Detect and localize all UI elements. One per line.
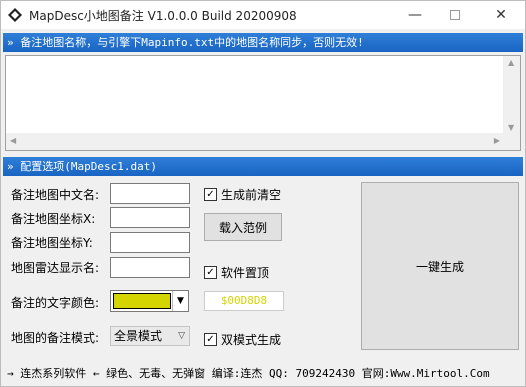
x-coord-label: 备注地图坐标X: (11, 212, 96, 226)
annotation-mode-select[interactable]: 全景模式 ▽ (110, 326, 190, 346)
color-hex-value: $00D8D8 (204, 291, 284, 311)
map-names-textarea[interactable]: ▲ ▼ ◀ ▶ (5, 55, 521, 151)
maximize-button[interactable] (435, 1, 475, 29)
x-coord-input[interactable] (110, 207, 190, 228)
topmost-checkbox[interactable]: ✓ 软件置顶 (204, 264, 269, 281)
annotation-mode-label: 地图的备注模式: (11, 331, 100, 345)
dual-mode-label: 双模式生成 (221, 333, 282, 347)
vertical-scrollbar[interactable]: ▲ ▼ (503, 56, 520, 134)
maximize-icon (450, 10, 460, 20)
cn-name-input[interactable] (110, 183, 190, 204)
close-button[interactable]: ✕ (481, 1, 521, 29)
chevron-down-icon: ▽ (178, 331, 185, 341)
radar-name-input[interactable] (110, 257, 190, 278)
y-coord-input[interactable] (110, 232, 190, 253)
minimize-icon: — (408, 7, 422, 23)
status-bar: → 连杰系列软件 ← 绿色、无毒、无弹窗 编译:连杰 QQ: 709242430… (7, 367, 490, 380)
scroll-corner (503, 133, 520, 150)
checkbox-checked-icon[interactable]: ✓ (204, 333, 217, 346)
config-options-header: » 配置选项(MapDesc1.dat) (3, 157, 523, 176)
checkbox-checked-icon[interactable]: ✓ (204, 188, 217, 201)
dual-mode-checkbox[interactable]: ✓ 双模式生成 (204, 331, 281, 348)
horizontal-scrollbar[interactable]: ◀ ▶ (6, 133, 504, 150)
radar-name-label: 地图雷达显示名: (11, 261, 100, 275)
minimize-button[interactable]: — (395, 1, 435, 29)
app-window: MapDesc小地图备注 V1.0.0.0 Build 20200908 — ✕… (0, 0, 526, 387)
chevron-down-icon[interactable]: ▼ (172, 291, 188, 311)
topmost-label: 软件置顶 (221, 266, 270, 280)
scroll-left-icon[interactable]: ◀ (10, 136, 16, 145)
cn-name-label: 备注地图中文名: (11, 188, 100, 202)
scroll-up-icon[interactable]: ▲ (508, 58, 514, 67)
window-title: MapDesc小地图备注 V1.0.0.0 Build 20200908 (29, 9, 297, 23)
map-names-header: » 备注地图名称，与引擎下Mapinfo.txt中的地图名称同步，否则无效! (3, 33, 523, 52)
clear-before-gen-checkbox[interactable]: ✓ 生成前清空 (204, 186, 281, 203)
title-bar[interactable]: MapDesc小地图备注 V1.0.0.0 Build 20200908 — ✕ (1, 1, 525, 29)
scroll-right-icon[interactable]: ▶ (494, 136, 500, 145)
generate-button[interactable]: 一键生成 (361, 182, 519, 350)
scroll-down-icon[interactable]: ▼ (508, 123, 514, 132)
close-icon: ✕ (495, 7, 507, 23)
annotation-mode-value: 全景模式 (114, 329, 163, 343)
load-example-button[interactable]: 载入范例 (204, 213, 282, 241)
app-icon (8, 8, 22, 22)
y-coord-label: 备注地图坐标Y: (11, 236, 93, 250)
checkbox-checked-icon[interactable]: ✓ (204, 266, 217, 279)
text-color-select[interactable]: ▼ (110, 290, 189, 312)
text-color-label: 备注的文字颜色: (11, 296, 100, 310)
color-swatch (113, 293, 171, 309)
clear-before-gen-label: 生成前清空 (221, 188, 282, 202)
